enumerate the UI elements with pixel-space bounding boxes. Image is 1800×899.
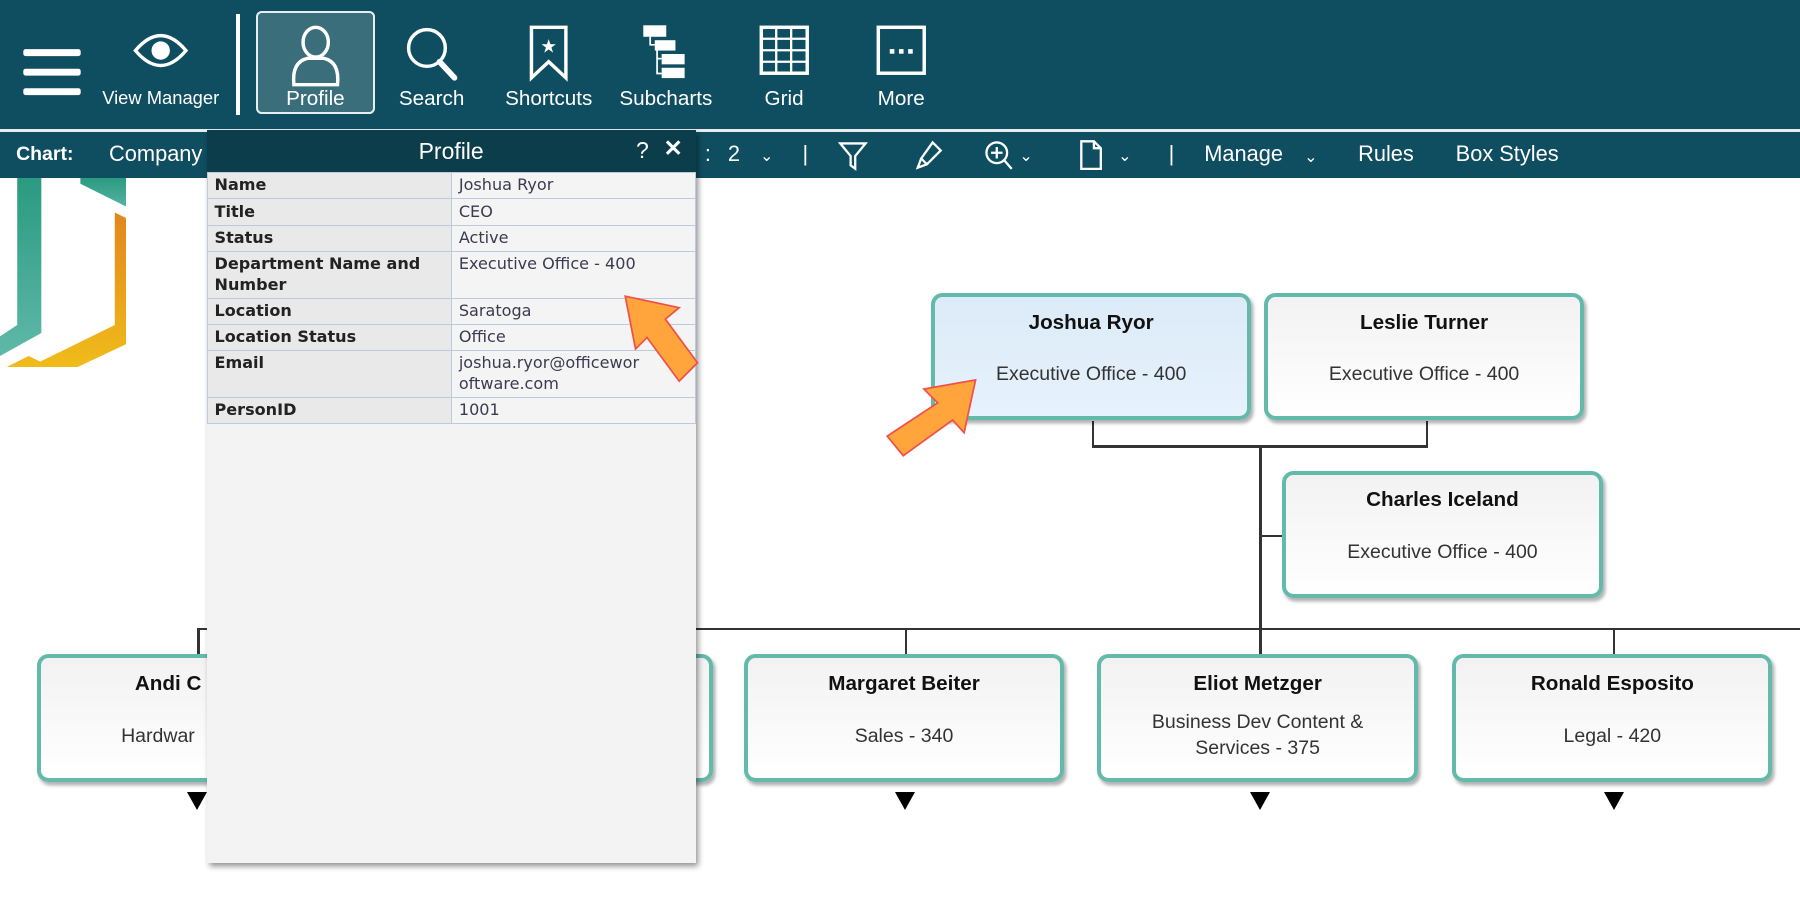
view-manager-button[interactable]: View Manager [102, 11, 219, 114]
chevron-down-icon[interactable]: ⌄ [760, 146, 773, 166]
connector-line [197, 627, 200, 656]
close-icon[interactable]: ✕ [664, 135, 683, 162]
box-name: Margaret Beiter [828, 672, 980, 696]
connector-line [1259, 534, 1285, 538]
connector-line [1091, 421, 1095, 447]
box-name: Charles Iceland [1366, 488, 1519, 512]
org-box-charles-iceland[interactable]: Charles Iceland Executive Office - 400 [1282, 470, 1603, 599]
chevron-down-icon[interactable]: ⌄ [1304, 147, 1317, 167]
filter-icon[interactable] [838, 140, 868, 172]
field-label: PersonID [206, 397, 452, 425]
org-box-margaret-beiter[interactable]: Margaret Beiter Sales - 340 [743, 654, 1065, 782]
divider: | [802, 141, 809, 167]
chevron-down-icon[interactable]: ⌄ [1019, 146, 1032, 166]
expand-triangle-icon[interactable] [1603, 792, 1624, 810]
box-name: Eliot Metzger [1193, 672, 1322, 696]
expand-triangle-icon[interactable] [895, 792, 916, 810]
menu-icon [22, 49, 81, 96]
table-row: PersonID 1001 [206, 397, 696, 425]
svg-text:★: ★ [541, 36, 557, 57]
annotation-arrow-icon [624, 295, 700, 383]
box-name: Ronald Esposito [1530, 672, 1694, 696]
field-label: Department Name and Number [206, 250, 452, 299]
company-logo [0, 177, 127, 368]
org-box-eliot-metzger[interactable]: Eliot Metzger Business Dev Content & Ser… [1097, 654, 1418, 782]
eye-icon [133, 34, 189, 67]
box-name: Joshua Ryor [1028, 310, 1154, 334]
person-icon [291, 25, 340, 87]
page-icon[interactable] [1079, 139, 1104, 171]
manage-menu[interactable]: Manage [1204, 141, 1283, 167]
box-dept: Executive Office - 400 [1347, 540, 1538, 563]
chart-label: Chart: [16, 143, 74, 166]
rules-button[interactable]: Rules [1358, 141, 1414, 167]
hierarchy-icon [642, 25, 685, 79]
help-icon[interactable]: ? [636, 137, 649, 164]
connector-line [904, 627, 907, 656]
field-value: Joshua Ryor [450, 172, 696, 200]
table-row: Status Active [206, 224, 696, 252]
profile-panel-title: Profile [418, 137, 484, 164]
main-toolbar: View Manager Profile Search ★ Shortcuts … [0, 0, 1800, 129]
profile-panel: Profile ? ✕ Name Joshua Ryor Title CEO Sta… [206, 129, 696, 864]
chart-name-dropdown[interactable]: Company [109, 141, 202, 167]
more-icon [876, 25, 926, 76]
table-row: Name Joshua Ryor [206, 172, 696, 200]
field-value: CEO [450, 198, 696, 226]
grid-icon [759, 25, 809, 76]
box-name: Leslie Turner [1359, 310, 1489, 334]
field-label: Location [206, 297, 452, 325]
toolbar-divider [236, 13, 240, 115]
connector-line [1259, 446, 1262, 631]
profile-panel-header[interactable]: Profile ? ✕ [206, 129, 696, 173]
box-dept: Executive Office - 400 [1328, 363, 1520, 386]
subcharts-label: Subcharts [619, 87, 713, 111]
expand-triangle-icon[interactable] [1250, 792, 1271, 810]
field-label: Location Status [206, 323, 452, 352]
chevron-down-icon[interactable]: ⌄ [1118, 146, 1131, 166]
view-manager-label: View Manager [102, 87, 220, 109]
box-dept: Business Dev Content & Services - 375 [1151, 710, 1364, 760]
box-dept: Legal - 420 [1563, 724, 1662, 747]
org-box-leslie-turner[interactable]: Leslie Turner Executive Office - 400 [1263, 292, 1585, 421]
more-button[interactable]: More [844, 11, 959, 114]
box-dept: Executive Office - 400 [995, 363, 1187, 386]
profile-button[interactable]: Profile [256, 11, 375, 115]
shortcuts-button[interactable]: ★ Shortcuts [491, 11, 606, 114]
annotation-arrow-icon [886, 378, 977, 457]
box-dept: Sales - 340 [854, 724, 954, 747]
levels-dropdown[interactable]: 2 [728, 141, 740, 167]
field-label: Status [206, 224, 452, 252]
bookmark-star-icon: ★ [529, 25, 568, 83]
zoom-in-icon[interactable] [983, 139, 1015, 171]
field-label: Title [206, 198, 452, 226]
more-label: More [877, 87, 925, 111]
table-row: Title CEO [206, 198, 696, 226]
field-value: 1001 [450, 397, 696, 425]
expand-triangle-icon[interactable] [187, 792, 208, 810]
search-icon [406, 28, 458, 81]
connector-line [1425, 421, 1429, 447]
subcharts-button[interactable]: Subcharts [608, 11, 723, 114]
field-label: Name [206, 172, 452, 200]
grid-button[interactable]: Grid [727, 11, 842, 114]
divider: | [1168, 141, 1175, 167]
connector-line [1259, 627, 1262, 656]
levels-separator: : [704, 141, 711, 167]
box-styles-button[interactable]: Box Styles [1456, 141, 1559, 167]
connector-line [1612, 627, 1616, 656]
highlighter-icon[interactable] [912, 139, 944, 171]
field-label: Email [206, 350, 452, 399]
search-button[interactable]: Search [374, 11, 489, 114]
field-value: Active [450, 224, 696, 252]
org-box-ronald-esposito[interactable]: Ronald Esposito Legal - 420 [1452, 654, 1773, 782]
